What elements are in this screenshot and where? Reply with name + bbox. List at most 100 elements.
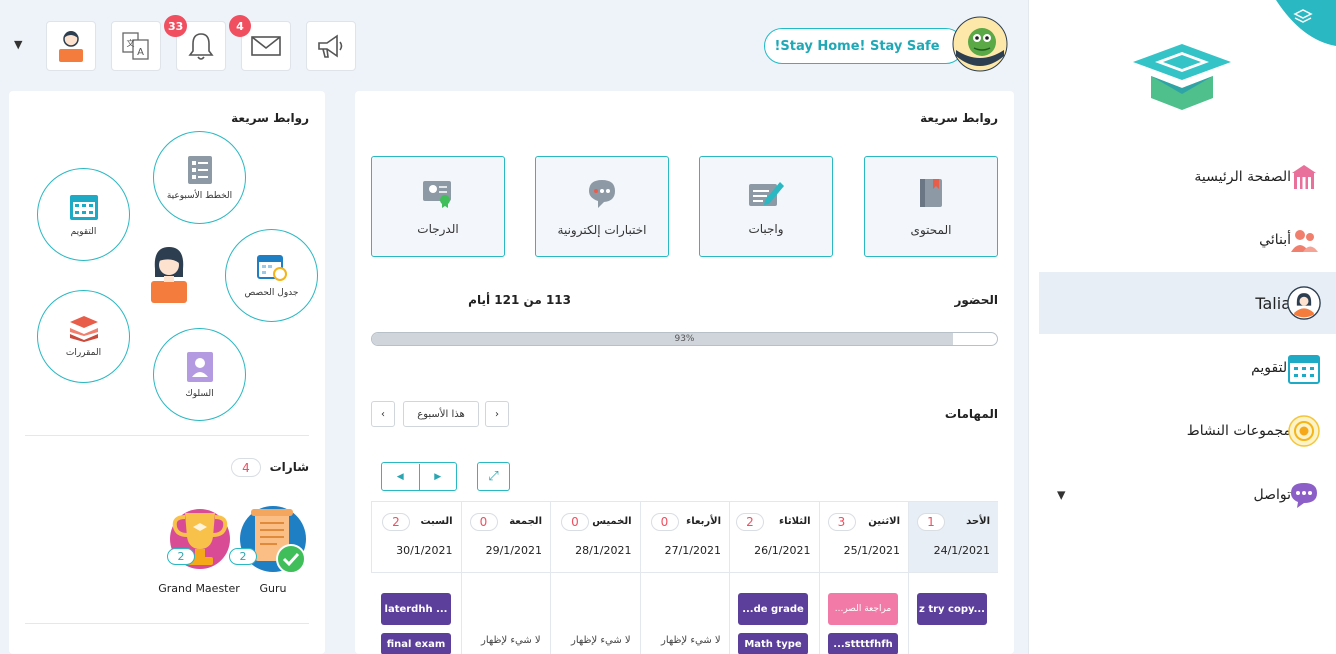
- quick-link-courses[interactable]: المقررات: [37, 290, 130, 383]
- day-name: الثلاثاء: [779, 516, 811, 527]
- day-date: 30/1/2021: [396, 544, 453, 557]
- sidebar-item-label: التقويم: [1251, 360, 1291, 376]
- sidebar-item-communication[interactable]: ▼ تواصل: [1039, 464, 1336, 526]
- svg-text:文: 文: [127, 38, 135, 48]
- quick-link-timetable[interactable]: جدول الحصص: [225, 229, 318, 322]
- calendar-prev-button[interactable]: ◀: [382, 463, 420, 490]
- task-item[interactable]: final exam: [381, 633, 451, 654]
- mail-icon: [251, 36, 281, 56]
- expand-button[interactable]: ⤢: [477, 462, 510, 491]
- tile-online-exams[interactable]: اختبارات إلكترونية: [535, 156, 669, 257]
- messages-button[interactable]: 4: [229, 15, 291, 71]
- calendar-icon: [69, 194, 98, 220]
- badge-grand-maester[interactable]: 2: [165, 503, 235, 577]
- day-column-monday: الاثنين 3 25/1/2021: [818, 502, 908, 573]
- day-date: 28/1/2021: [575, 544, 632, 557]
- column-separator: [908, 573, 909, 654]
- day-task-count: 0: [650, 513, 679, 531]
- day-column-tuesday: الثلاثاء 2 26/1/2021: [729, 502, 819, 573]
- quick-link-label: الخطط الأسبوعية: [166, 190, 233, 201]
- notifications-button[interactable]: 33: [164, 15, 226, 71]
- timetable-icon: [256, 254, 287, 281]
- sidebar-item-calendar[interactable]: التقويم: [1039, 337, 1336, 399]
- task-item[interactable]: z try copy...: [917, 593, 987, 625]
- day-date: 27/1/2021: [664, 544, 721, 557]
- quick-link-label: التقويم: [70, 226, 97, 237]
- day-column-saturday: السبت 2 30/1/2021: [371, 502, 461, 573]
- task-item[interactable]: ...sttttfhfh: [828, 633, 898, 654]
- quick-link-weekly-plans[interactable]: الخطط الأسبوعية: [153, 131, 246, 224]
- attendance-value: 113 من 121 أيام: [468, 293, 571, 307]
- badge-name: Grand Maester: [158, 582, 240, 595]
- corner-logo-icon: [1276, 0, 1336, 46]
- attendance-label: الحضور: [954, 293, 998, 307]
- task-item[interactable]: ...de grade: [738, 593, 808, 625]
- task-item[interactable]: ...مراجعة الصر: [828, 593, 898, 625]
- main-panel-title: روابط سريعة: [920, 111, 998, 125]
- student-figure-icon: [151, 247, 187, 303]
- announcements-button[interactable]: [306, 21, 356, 71]
- sidebar-item-talia[interactable]: Talia: [1039, 272, 1336, 334]
- main-panel: روابط سريعة المحتوى واجبات اختبارات إلكت…: [355, 91, 1014, 654]
- tile-grades[interactable]: الدرجات: [371, 156, 505, 257]
- sidebar: الصفحة الرئيسية أبنائي Talia التقويم مجم…: [1028, 0, 1336, 654]
- divider: [25, 623, 309, 624]
- day-name: الأربعاء: [686, 516, 721, 527]
- children-icon: [1287, 223, 1321, 257]
- chat-icon: [1287, 478, 1321, 512]
- sidebar-item-label: Talia: [1255, 293, 1291, 313]
- task-item[interactable]: laterdhh ...: [381, 593, 451, 625]
- prev-week-button[interactable]: ‹: [371, 401, 395, 427]
- chevron-down-icon[interactable]: ▼: [1057, 489, 1065, 502]
- empty-day-text: لا شيء لإظهار: [661, 635, 721, 646]
- badge-guru[interactable]: 2: [229, 503, 311, 577]
- tile-label: اختبارات إلكترونية: [557, 222, 647, 237]
- quick-link-calendar[interactable]: التقويم: [37, 168, 130, 261]
- avatar[interactable]: [952, 16, 1008, 72]
- day-name: الخميس: [592, 516, 632, 527]
- week-label: هذا الأسبوع: [417, 408, 465, 420]
- student-avatar-icon: [1287, 286, 1321, 320]
- day-date: 29/1/2021: [485, 544, 542, 557]
- sidebar-item-label: مجموعات النشاط: [1186, 423, 1291, 439]
- user-avatar-icon: [59, 31, 83, 62]
- day-date: 26/1/2021: [754, 544, 811, 557]
- this-week-button[interactable]: هذا الأسبوع: [403, 401, 479, 427]
- tile-content[interactable]: المحتوى: [864, 156, 998, 257]
- quick-link-behavior[interactable]: السلوك: [153, 328, 246, 421]
- profile-button[interactable]: [46, 21, 96, 71]
- sidebar-item-children[interactable]: أبنائي: [1039, 209, 1336, 271]
- day-date: 25/1/2021: [843, 544, 900, 557]
- day-column-wednesday: الأربعاء 0 27/1/2021: [639, 502, 729, 573]
- day-task-count: 0: [561, 513, 589, 531]
- next-week-button[interactable]: ›: [485, 401, 509, 427]
- sidebar-item-label: الصفحة الرئيسية: [1194, 169, 1291, 185]
- guru-badge-icon: [240, 506, 306, 574]
- trophy-badge-icon: [170, 509, 230, 569]
- divider: [25, 435, 309, 436]
- sidebar-item-activity-groups[interactable]: مجموعات النشاط: [1039, 400, 1336, 462]
- calendar-next-button[interactable]: ▶: [420, 464, 457, 490]
- language-button[interactable]: A文: [111, 21, 161, 71]
- column-separator: [460, 573, 462, 654]
- sidebar-item-home[interactable]: الصفحة الرئيسية: [1039, 146, 1336, 208]
- banner-text: !Stay Home! Stay Safe: [774, 38, 940, 54]
- sidebar-item-label: تواصل: [1253, 487, 1291, 503]
- day-name: الجمعة: [509, 516, 542, 527]
- chevron-down-icon[interactable]: ▼: [14, 38, 22, 51]
- tile-label: الدرجات: [417, 221, 459, 236]
- task-item[interactable]: Math type: [738, 633, 808, 654]
- calendar-nav-group: ◀ ▶: [381, 462, 457, 491]
- quick-link-label: المقررات: [65, 347, 102, 358]
- badge-count: 2: [167, 548, 195, 565]
- day-name: الأحد: [966, 516, 990, 527]
- school-icon: [1287, 160, 1321, 194]
- tile-homework[interactable]: واجبات: [699, 156, 833, 257]
- behavior-icon: [186, 351, 213, 382]
- translate-icon: A文: [122, 32, 149, 60]
- day-task-count: 2: [736, 513, 764, 531]
- weekly-plan-icon: [187, 155, 212, 184]
- column-separator: [818, 573, 820, 654]
- column-separator: [550, 573, 551, 654]
- day-column-sunday: الأحد 1 24/1/2021: [908, 502, 998, 573]
